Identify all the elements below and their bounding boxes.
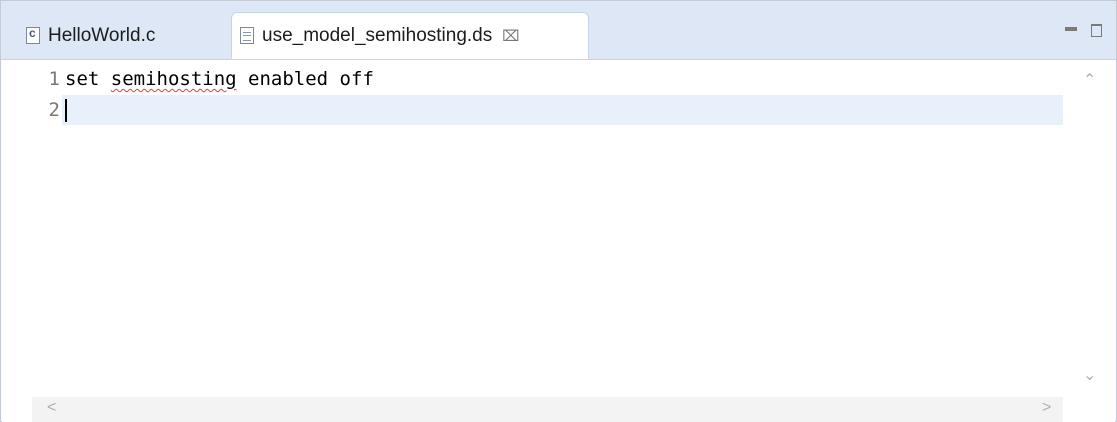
code-text: set — [65, 68, 111, 90]
line-number-gutter: 1 2 — [32, 60, 62, 397]
scroll-down-icon[interactable]: ⌄ — [1083, 365, 1096, 385]
code-text: enabled off — [236, 68, 374, 90]
tab-use-model-semihosting[interactable]: use_model_semihosting.ds ⌧ — [231, 12, 589, 59]
editor-window: HelloWorld.c use_model_semihosting.ds ⌧ … — [0, 0, 1117, 422]
scroll-up-icon[interactable]: ⌃ — [1083, 70, 1096, 90]
maximize-icon[interactable] — [1091, 24, 1102, 37]
text-file-icon — [240, 27, 254, 44]
tab-label: HelloWorld.c — [48, 24, 156, 46]
tab-helloworld[interactable]: HelloWorld.c — [1, 12, 227, 59]
annotation-ruler — [2, 60, 32, 422]
minimize-icon[interactable] — [1065, 27, 1077, 31]
line-number: 1 — [48, 68, 60, 90]
horizontal-scrollbar[interactable]: < > — [32, 397, 1063, 422]
current-line-highlight — [62, 95, 1063, 125]
c-file-icon — [26, 26, 40, 44]
tab-bar: HelloWorld.c use_model_semihosting.ds ⌧ — [1, 1, 1116, 60]
text-caret — [65, 99, 67, 122]
close-icon[interactable]: ⌧ — [502, 27, 519, 45]
scroll-left-icon[interactable]: < — [47, 399, 56, 417]
line-number: 2 — [48, 99, 60, 121]
scroll-right-icon[interactable]: > — [1042, 399, 1051, 417]
tab-label: use_model_semihosting.ds — [262, 24, 493, 46]
text-editor[interactable]: 1 2 set semihosting enabled off ⌃ ⌄ < > — [2, 60, 1115, 422]
vertical-scrollbar[interactable]: ⌃ ⌄ — [1063, 60, 1115, 397]
code-line[interactable]: set semihosting enabled off — [65, 64, 374, 94]
spelling-error-word[interactable]: semihosting — [111, 68, 237, 90]
